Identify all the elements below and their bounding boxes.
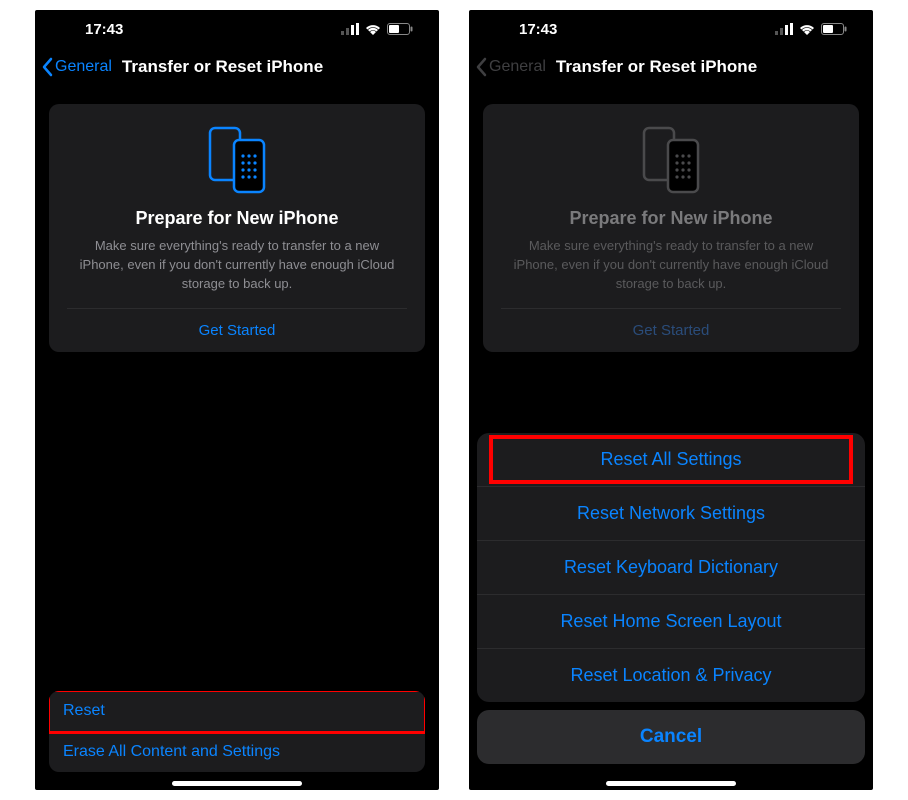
transfer-devices-icon <box>67 126 407 194</box>
status-bar: 17:43 <box>469 10 873 48</box>
nav-title: Transfer or Reset iPhone <box>122 57 323 77</box>
card-description: Make sure everything's ready to transfer… <box>67 237 407 308</box>
get-started-button: Get Started <box>501 308 841 352</box>
phone-screen-left: 17:43 General Transfer or Reset iPhone <box>35 10 439 790</box>
cellular-signal-icon <box>341 23 359 35</box>
prepare-card: Prepare for New iPhone Make sure everyth… <box>483 104 859 352</box>
status-icons <box>775 23 847 35</box>
battery-icon <box>821 23 847 35</box>
nav-bar: General Transfer or Reset iPhone <box>469 48 873 86</box>
wifi-icon <box>799 23 815 35</box>
reset-button[interactable]: Reset <box>49 691 425 732</box>
status-time: 17:43 <box>85 21 123 38</box>
back-button: General <box>475 57 546 77</box>
status-icons <box>341 23 413 35</box>
home-indicator[interactable] <box>606 781 736 786</box>
chevron-left-icon <box>475 57 487 77</box>
cancel-button[interactable]: Cancel <box>477 710 865 764</box>
status-bar: 17:43 <box>35 10 439 48</box>
get-started-button[interactable]: Get Started <box>67 308 407 352</box>
reset-network-settings-button[interactable]: Reset Network Settings <box>477 487 865 541</box>
back-button[interactable]: General <box>41 57 112 77</box>
transfer-devices-icon <box>501 126 841 194</box>
erase-all-button[interactable]: Erase All Content and Settings <box>49 732 425 772</box>
back-label: General <box>489 58 546 76</box>
card-description: Make sure everything's ready to transfer… <box>501 237 841 308</box>
card-title: Prepare for New iPhone <box>67 208 407 229</box>
cellular-signal-icon <box>775 23 793 35</box>
reset-keyboard-dictionary-button[interactable]: Reset Keyboard Dictionary <box>477 541 865 595</box>
chevron-left-icon <box>41 57 53 77</box>
reset-all-settings-button[interactable]: Reset All Settings <box>477 433 865 487</box>
home-indicator[interactable] <box>172 781 302 786</box>
status-time: 17:43 <box>519 21 557 38</box>
wifi-icon <box>365 23 381 35</box>
nav-bar: General Transfer or Reset iPhone <box>35 48 439 86</box>
reset-home-screen-layout-button[interactable]: Reset Home Screen Layout <box>477 595 865 649</box>
sheet-options: Reset All Settings Reset Network Setting… <box>477 433 865 702</box>
back-label: General <box>55 58 112 76</box>
reset-action-sheet: Reset All Settings Reset Network Setting… <box>477 433 865 778</box>
prepare-card: Prepare for New iPhone Make sure everyth… <box>49 104 425 352</box>
card-title: Prepare for New iPhone <box>501 208 841 229</box>
battery-icon <box>387 23 413 35</box>
phone-screen-right: 17:43 General Transfer or Reset iPhone <box>469 10 873 790</box>
reset-location-privacy-button[interactable]: Reset Location & Privacy <box>477 649 865 702</box>
nav-title: Transfer or Reset iPhone <box>556 57 757 77</box>
bottom-list: Reset Erase All Content and Settings <box>49 691 425 772</box>
